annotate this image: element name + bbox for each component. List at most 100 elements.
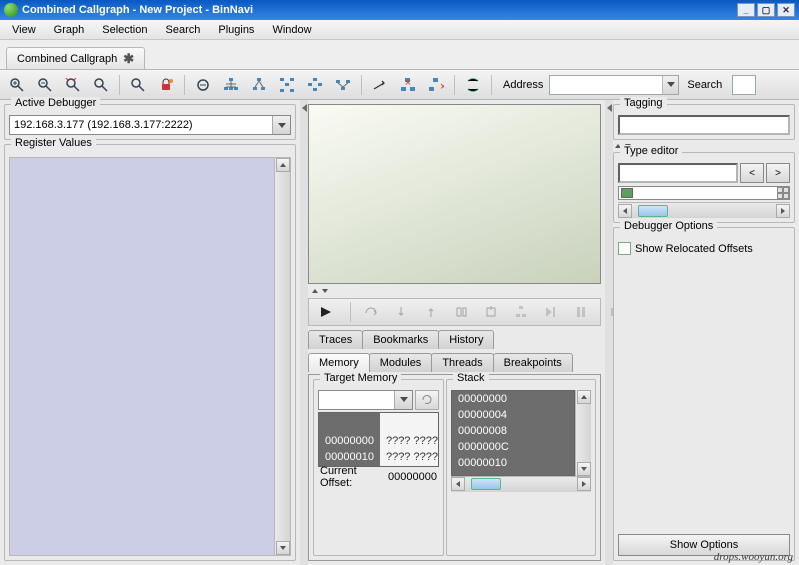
- zoom-fit-button[interactable]: [60, 73, 86, 97]
- memory-panel: Target Memory 00000000 00000010 ???? ???…: [308, 374, 601, 562]
- splitter-left[interactable]: [300, 100, 308, 565]
- debugger-combo[interactable]: 192.168.3.177 (192.168.3.177:2222): [9, 115, 291, 135]
- toolbar: × × Address Search: [0, 70, 799, 100]
- graph-canvas[interactable]: [308, 104, 601, 284]
- select-arrow-button[interactable]: [367, 73, 393, 97]
- debug-toolbar: [308, 298, 601, 326]
- zoom-out-button[interactable]: [32, 73, 58, 97]
- layout-organic-button[interactable]: [330, 73, 356, 97]
- color-swatch: [621, 188, 633, 198]
- active-debugger-label: Active Debugger: [11, 97, 100, 109]
- menu-plugins[interactable]: Plugins: [210, 22, 262, 38]
- type-next-button[interactable]: >: [766, 163, 790, 183]
- debugger-options-label: Debugger Options: [620, 220, 717, 232]
- close-button[interactable]: ✕: [777, 3, 795, 17]
- menubar: View Graph Selection Search Plugins Wind…: [0, 20, 799, 40]
- type-editor-label: Type editor: [620, 145, 682, 157]
- memory-refresh-button[interactable]: [415, 390, 439, 410]
- current-offset-value: 00000000: [388, 471, 437, 483]
- current-offset-label: Current Offset:: [320, 465, 385, 489]
- doc-tab-close-icon[interactable]: ✱: [123, 51, 134, 67]
- stack-view[interactable]: 00000000 00000004 00000008 0000000C 0000…: [451, 390, 575, 476]
- menu-window[interactable]: Window: [264, 22, 319, 38]
- doc-tab-combined-callgraph[interactable]: Combined Callgraph ✱: [6, 47, 145, 69]
- debugger-value: 192.168.3.177 (192.168.3.177:2222): [14, 119, 193, 131]
- color-picker[interactable]: [618, 186, 790, 200]
- app-icon: [4, 3, 18, 17]
- lock-button[interactable]: [153, 73, 179, 97]
- run-button[interactable]: [313, 300, 339, 324]
- insert-block-button[interactable]: ×: [395, 73, 421, 97]
- register-values-label: Register Values: [11, 137, 96, 149]
- color-updown[interactable]: [777, 187, 789, 199]
- type-hscroll[interactable]: [618, 202, 790, 218]
- show-relocated-label: Show Relocated Offsets: [635, 243, 753, 255]
- address-combo[interactable]: [549, 75, 679, 95]
- layout-tree-button[interactable]: [246, 73, 272, 97]
- search-label: Search: [687, 79, 722, 91]
- tab-threads[interactable]: Threads: [431, 353, 493, 372]
- maximize-button[interactable]: ▢: [757, 3, 775, 17]
- debugger-options-group: Debugger Options Show Relocated Offsets …: [613, 227, 795, 561]
- address-label: Address: [503, 79, 543, 91]
- menu-selection[interactable]: Selection: [94, 22, 155, 38]
- zoom-in-button[interactable]: [4, 73, 30, 97]
- zoom-100-button[interactable]: [88, 73, 114, 97]
- tagging-group: Tagging: [613, 104, 795, 140]
- stack-label: Stack: [453, 372, 489, 384]
- circle-minus-button[interactable]: [190, 73, 216, 97]
- tabs-row-2: Memory Modules Threads Breakpoints: [308, 353, 601, 372]
- tab-traces[interactable]: Traces: [308, 330, 363, 349]
- watermark: drops.wooyun.org: [714, 551, 793, 563]
- memory-hex-view[interactable]: 00000000 00000010 ???? ???? ???? ????: [318, 412, 439, 467]
- window-title: Combined Callgraph - New Project - BinNa…: [22, 4, 253, 16]
- register-scrollbar[interactable]: [274, 158, 290, 555]
- doc-tab-label: Combined Callgraph: [17, 53, 117, 65]
- center-pane: Traces Bookmarks History Memory Modules …: [308, 100, 605, 565]
- svg-text:×: ×: [440, 81, 444, 93]
- svg-text:×: ×: [405, 77, 411, 89]
- refresh-button[interactable]: [460, 73, 486, 97]
- stack-hscroll[interactable]: [451, 476, 591, 492]
- minimize-button[interactable]: _: [737, 3, 755, 17]
- target-memory-group: Target Memory 00000000 00000010 ???? ???…: [313, 379, 444, 557]
- step-out-button[interactable]: [418, 300, 444, 324]
- graph-splitter[interactable]: [308, 286, 601, 296]
- tab-strip: Combined Callgraph ✱: [0, 40, 799, 70]
- type-input[interactable]: [618, 163, 738, 183]
- menu-search[interactable]: Search: [158, 22, 209, 38]
- toggle-bp-button[interactable]: [448, 300, 474, 324]
- active-debugger-group: Active Debugger 192.168.3.177 (192.168.3…: [4, 104, 296, 140]
- tabs-row-1: Traces Bookmarks History: [308, 330, 601, 349]
- tab-bookmarks[interactable]: Bookmarks: [362, 330, 439, 349]
- type-prev-button[interactable]: <: [740, 163, 764, 183]
- stack-group: Stack 00000000 00000004 00000008 0000000…: [446, 379, 596, 557]
- layout-hierarchical-button[interactable]: [218, 73, 244, 97]
- menu-graph[interactable]: Graph: [46, 22, 93, 38]
- tab-breakpoints[interactable]: Breakpoints: [493, 353, 573, 372]
- graph-sync-button[interactable]: [508, 300, 534, 324]
- step-into-button[interactable]: [388, 300, 414, 324]
- step-over-button[interactable]: [358, 300, 384, 324]
- target-memory-label: Target Memory: [320, 372, 401, 384]
- layout-orthogonal-button[interactable]: [274, 73, 300, 97]
- layout-circular-button[interactable]: [302, 73, 328, 97]
- search-input[interactable]: [732, 75, 756, 95]
- tagging-input[interactable]: [618, 115, 790, 135]
- show-relocated-checkbox[interactable]: [618, 242, 631, 255]
- chevron-down-icon[interactable]: [272, 116, 290, 134]
- tab-history[interactable]: History: [438, 330, 494, 349]
- tab-memory[interactable]: Memory: [308, 353, 370, 372]
- continue-button[interactable]: [538, 300, 564, 324]
- stack-scrollbar[interactable]: [575, 390, 591, 476]
- splitter-right[interactable]: [605, 100, 613, 565]
- register-values-group: Register Values: [4, 144, 296, 561]
- left-pane: Active Debugger 192.168.3.177 (192.168.3…: [0, 100, 300, 565]
- menu-view[interactable]: View: [4, 22, 44, 38]
- tab-modules[interactable]: Modules: [369, 353, 433, 372]
- memory-range-combo[interactable]: [318, 390, 413, 410]
- pause-button[interactable]: [568, 300, 594, 324]
- remove-block-button[interactable]: ×: [423, 73, 449, 97]
- search-zoom-button[interactable]: [125, 73, 151, 97]
- watch-button[interactable]: [478, 300, 504, 324]
